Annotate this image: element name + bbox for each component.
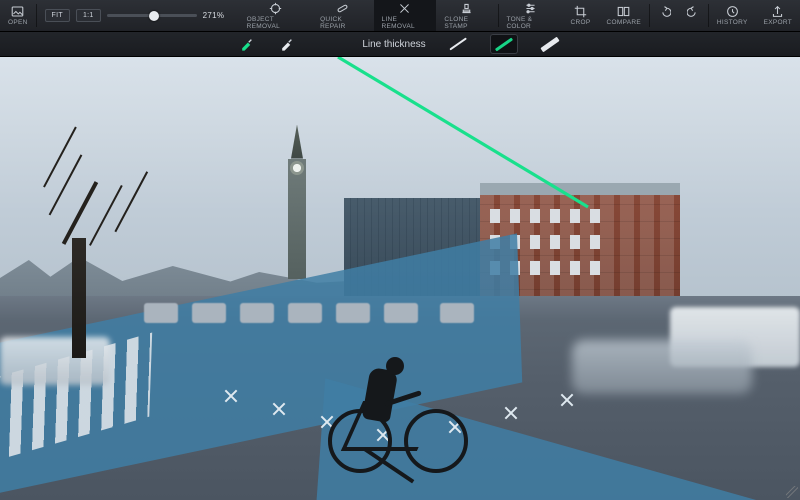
redo-button[interactable]: [679, 0, 708, 31]
history-label: HISTORY: [717, 19, 748, 26]
open-button[interactable]: OPEN: [0, 0, 36, 31]
tone-color-button[interactable]: TONE & COLOR: [498, 0, 562, 31]
parked-car: [288, 303, 322, 323]
sliders-icon: [524, 2, 537, 15]
thickness-thin-option[interactable]: [444, 34, 472, 54]
window: [490, 209, 500, 223]
tone-color-label: TONE & COLOR: [506, 16, 554, 30]
crop-label: CROP: [571, 19, 591, 26]
app-window: OPEN FIT 1:1 271% OBJECT REMOVAL QUICK R…: [0, 0, 800, 500]
flat-brush-button[interactable]: [236, 34, 258, 54]
parked-car: [240, 303, 274, 323]
medium-line-icon: [495, 37, 513, 51]
window: [570, 209, 580, 223]
object-removal-label: OBJECT REMOVAL: [247, 16, 304, 30]
zoom-1to1-button[interactable]: 1:1: [76, 9, 101, 22]
roof-band: [480, 183, 680, 195]
redo-icon: [687, 5, 700, 18]
blank-label: [692, 19, 694, 26]
window: [530, 235, 540, 249]
line-removal-label: LINE REMOVAL: [382, 16, 429, 30]
thickness-label: Line thickness: [362, 39, 425, 50]
thickness-medium-option[interactable]: [490, 34, 518, 54]
export-label: EXPORT: [764, 19, 792, 26]
zoom-fit-button[interactable]: FIT: [45, 9, 70, 22]
lane-x-mark: [560, 393, 574, 407]
parked-car: [384, 303, 418, 323]
export-button[interactable]: EXPORT: [756, 0, 800, 31]
parked-car: [440, 303, 474, 323]
zoom-value: 271%: [203, 11, 231, 20]
window: [530, 209, 540, 223]
lane-x-mark: [504, 406, 518, 420]
crop-button[interactable]: CROP: [563, 0, 599, 31]
parked-car: [336, 303, 370, 323]
line-removal-button[interactable]: LINE REMOVAL: [374, 0, 437, 31]
zoom-slider-thumb[interactable]: [149, 11, 159, 21]
cyclist: [328, 323, 468, 473]
compare-label: COMPARE: [607, 19, 641, 26]
lane-x-mark: [272, 402, 286, 416]
clock-tower: [288, 159, 306, 279]
tree-branches: [24, 138, 184, 298]
window: [590, 209, 600, 223]
window: [570, 235, 580, 249]
window: [530, 261, 540, 275]
clone-stamp-label: CLONE STAMP: [444, 16, 489, 30]
window: [590, 235, 600, 249]
clone-stamp-button[interactable]: CLONE STAMP: [436, 0, 497, 31]
window: [550, 209, 560, 223]
compare-button[interactable]: COMPARE: [599, 0, 649, 31]
crop-icon: [574, 5, 587, 18]
window: [550, 261, 560, 275]
rider-head: [386, 357, 404, 375]
moving-car-right: [572, 340, 752, 394]
zoom-controls: FIT 1:1 271%: [37, 0, 239, 31]
undo-button[interactable]: [650, 0, 679, 31]
compare-icon: [617, 5, 630, 18]
quick-repair-button[interactable]: QUICK REPAIR: [312, 0, 373, 31]
window: [550, 235, 560, 249]
target-icon: [269, 2, 282, 15]
history-button[interactable]: HISTORY: [709, 0, 756, 31]
lines-cross-icon: [398, 2, 411, 15]
export-icon: [771, 5, 784, 18]
window: [570, 261, 580, 275]
undo-icon: [658, 5, 671, 18]
round-brush-button[interactable]: [276, 34, 298, 54]
history-icon: [726, 5, 739, 18]
window-resize-handle[interactable]: [786, 486, 798, 498]
open-label: OPEN: [8, 19, 28, 26]
image-canvas[interactable]: [0, 57, 800, 500]
bandaid-icon: [336, 2, 349, 15]
quick-repair-label: QUICK REPAIR: [320, 16, 365, 30]
bare-tree: [24, 138, 184, 358]
main-toolbar: OPEN FIT 1:1 271% OBJECT REMOVAL QUICK R…: [0, 0, 800, 32]
zoom-slider[interactable]: [107, 9, 197, 23]
image-icon: [11, 5, 24, 18]
parked-car: [192, 303, 226, 323]
flat-brush-icon: [240, 37, 254, 51]
line-removal-subtoolbar: Line thickness: [0, 32, 800, 57]
lane-x-mark: [224, 389, 238, 403]
window: [590, 261, 600, 275]
window: [510, 209, 520, 223]
stamp-icon: [460, 2, 473, 15]
thin-line-icon: [449, 38, 466, 51]
object-removal-button[interactable]: OBJECT REMOVAL: [239, 0, 312, 31]
round-brush-icon: [280, 37, 294, 51]
thickness-thick-option[interactable]: [536, 34, 564, 54]
thick-line-icon: [540, 36, 559, 52]
blank-label: [663, 19, 665, 26]
